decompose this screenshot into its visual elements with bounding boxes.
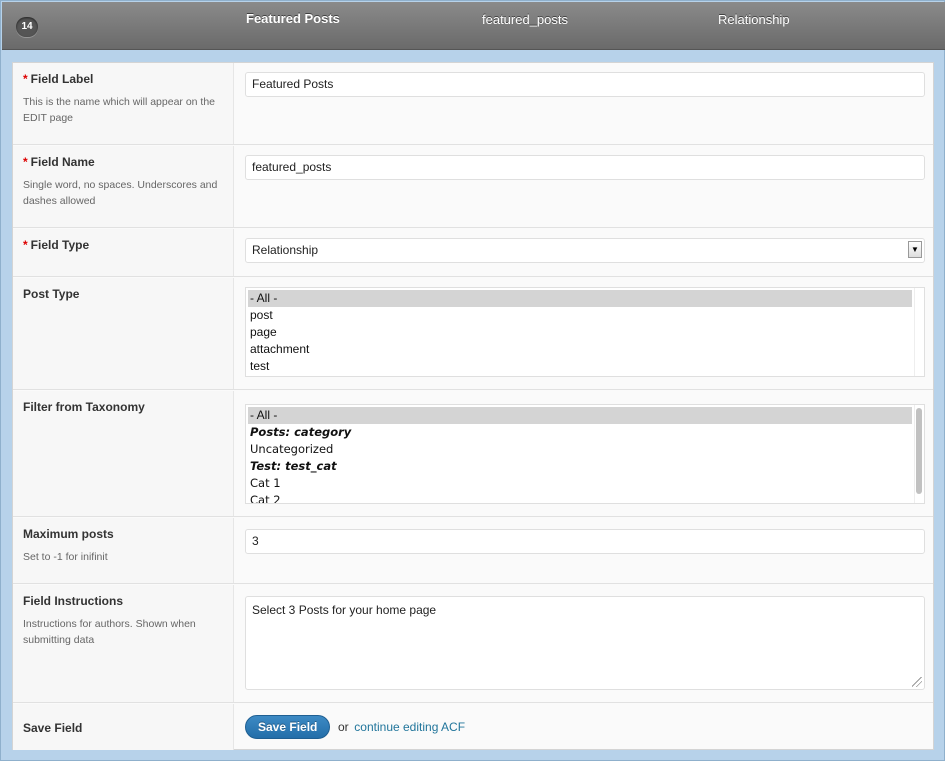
list-option[interactable]: Cat 1 [246, 475, 912, 492]
list-option[interactable]: attachment [246, 341, 912, 358]
row-save-field: Save Field Save Field or continue editin… [13, 704, 933, 750]
field-header-bar[interactable]: 14 Featured Posts featured_posts Relatio… [2, 2, 945, 50]
row-field-type: * Field Type Relationship ▼ [13, 229, 933, 277]
field-label-description: This is the name which will appear on th… [23, 96, 216, 124]
row-maximum-posts: Maximum posts Set to -1 for inifinit 3 [13, 518, 933, 584]
field-name-input[interactable]: featured_posts [245, 155, 925, 180]
row-label-cell: Filter from Taxonomy [13, 391, 234, 516]
field-name-title: * Field Name [23, 155, 223, 169]
list-option[interactable]: page [246, 324, 912, 341]
field-name-description: Single word, no spaces. Underscores and … [23, 179, 218, 207]
header-field-label[interactable]: Featured Posts [246, 11, 340, 26]
required-mark: * [23, 155, 28, 169]
list-option[interactable]: test [246, 358, 912, 375]
field-instructions-text: Select 3 Posts for your home page [252, 603, 437, 617]
chevron-down-icon[interactable]: ▼ [908, 241, 922, 258]
or-text: or [338, 720, 349, 734]
list-option[interactable]: - All - [248, 407, 912, 424]
field-instructions-title: Field Instructions [23, 594, 124, 608]
list-option-group: Posts: category [250, 425, 352, 439]
row-label-cell: Field Instructions Instructions for auth… [13, 585, 234, 702]
required-mark: * [23, 238, 28, 252]
field-label-title: * Field Label [23, 72, 223, 86]
field-instructions-description: Instructions for authors. Shown when sub… [23, 618, 196, 646]
save-field-title: Save Field [23, 721, 83, 735]
field-type-select[interactable]: Relationship ▼ [245, 238, 925, 263]
list-option[interactable]: - All - [248, 290, 912, 307]
field-label-input[interactable]: Featured Posts [245, 72, 925, 97]
taxonomy-listbox[interactable]: - All - Posts: category Uncategorized Te… [245, 404, 925, 504]
list-option[interactable]: Uncategorized [246, 441, 912, 458]
post-type-title: Post Type [23, 287, 80, 301]
row-label-cell: * Field Label This is the name which will… [13, 63, 234, 144]
header-field-type: Relationship [718, 12, 790, 27]
row-label-cell: Maximum posts Set to -1 for inifinit [13, 518, 234, 583]
maximum-posts-title: Maximum posts [23, 527, 114, 541]
list-option[interactable]: post [246, 307, 912, 324]
field-editor-container: 14 Featured Posts featured_posts Relatio… [0, 0, 945, 761]
maximum-posts-description: Set to -1 for inifinit [23, 551, 108, 563]
field-instructions-textarea[interactable]: Select 3 Posts for your home page [245, 596, 925, 690]
row-field-label: * Field Label This is the name which will… [13, 63, 933, 145]
field-label-title-text: Field Label [30, 72, 94, 86]
continue-editing-link[interactable]: continue editing ACF [354, 720, 465, 734]
field-name-title-text: Field Name [30, 155, 95, 169]
field-type-title: * Field Type [23, 238, 223, 252]
required-mark: * [23, 72, 28, 86]
field-type-title-text: Field Type [30, 238, 90, 252]
field-type-select-value[interactable]: Relationship [245, 238, 925, 263]
row-field-name: * Field Name Single word, no spaces. Unde… [13, 146, 933, 228]
list-option[interactable]: Cat 2 [246, 492, 912, 503]
maximum-posts-input[interactable]: 3 [245, 529, 925, 554]
field-options-panel: * Field Label This is the name which will… [12, 62, 934, 750]
row-label-cell: * Field Name Single word, no spaces. Unde… [13, 146, 234, 227]
row-field-instructions: Field Instructions Instructions for auth… [13, 585, 933, 703]
field-order-badge: 14 [16, 17, 38, 37]
header-field-name: featured_posts [482, 12, 569, 27]
row-filter-taxonomy: Filter from Taxonomy - All - Posts: cate… [13, 391, 933, 517]
row-label-cell: * Field Type [13, 229, 234, 276]
scrollbar-thumb[interactable] [916, 408, 922, 494]
row-label-cell: Post Type [13, 278, 234, 389]
save-field-button[interactable]: Save Field [245, 715, 331, 739]
resize-grip-icon[interactable] [912, 677, 922, 687]
list-option-group: Test: test_cat [250, 459, 337, 473]
filter-taxonomy-title: Filter from Taxonomy [23, 400, 145, 414]
row-post-type: Post Type - All - post page attachment t… [13, 278, 933, 390]
post-type-listbox[interactable]: - All - post page attachment test [245, 287, 925, 377]
scrollbar-track[interactable] [914, 288, 924, 376]
row-label-cell: Save Field [13, 704, 234, 750]
